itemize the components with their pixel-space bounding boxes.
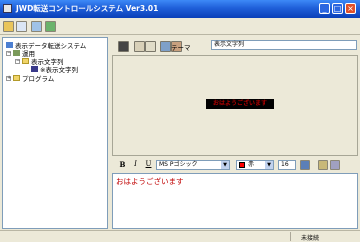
copy-icon[interactable] <box>134 41 145 52</box>
tree-item-selected-text[interactable]: ※表示文字列 <box>31 65 78 74</box>
font-select[interactable]: MS Pゴシック ▼ <box>156 160 230 170</box>
underline-button[interactable]: U <box>143 159 154 170</box>
color-select[interactable]: 赤 ▼ <box>236 160 274 170</box>
status-divider <box>290 232 291 241</box>
paste-icon[interactable] <box>145 41 156 52</box>
tree-item-program[interactable]: + プログラム <box>6 74 54 83</box>
folder-icon <box>13 50 20 56</box>
preview-area: おはようございます <box>112 55 358 156</box>
close-button[interactable]: × <box>345 3 356 14</box>
splitter[interactable] <box>108 37 111 229</box>
led-preview-text: おはようございます <box>206 99 274 109</box>
theme-input[interactable]: 表示文字列 <box>211 40 357 50</box>
window-title: JWD転送コントロールシステム Ver3.01 <box>16 4 159 13</box>
network-icon[interactable] <box>31 21 42 32</box>
folder-open-icon[interactable] <box>3 21 14 32</box>
folder-icon <box>13 75 20 81</box>
folder-icon <box>22 58 29 64</box>
document-icon <box>31 66 38 72</box>
message-editor[interactable]: おはようございます <box>112 173 358 229</box>
italic-button[interactable]: I <box>130 159 141 170</box>
send-icon[interactable] <box>160 41 171 52</box>
color-select-value: 赤 <box>248 161 255 168</box>
size-select[interactable]: 16 <box>278 160 296 170</box>
collapse-icon[interactable]: − <box>6 50 11 56</box>
maximize-button[interactable]: □ <box>332 3 343 14</box>
tree-panel: 表示データ転送システム − 運用 − 表示文字列 ※表示文字列 + プログラム <box>2 37 108 229</box>
collapse-icon[interactable]: − <box>15 58 20 64</box>
save-icon[interactable] <box>118 41 129 52</box>
transfer-icon[interactable] <box>45 21 56 32</box>
minimize-button[interactable]: _ <box>319 3 330 14</box>
computer-icon <box>6 42 13 48</box>
status-bar: 未接続 <box>0 230 360 242</box>
bold-button[interactable]: B <box>117 159 128 170</box>
color-swatch <box>239 162 245 168</box>
tree-root[interactable]: 表示データ転送システム <box>6 41 86 50</box>
open-file-icon[interactable] <box>16 21 27 32</box>
main-toolbar <box>0 18 360 35</box>
title-bar: JWD転送コントロールシステム Ver3.01 _ □ × <box>0 0 360 18</box>
insert-image-icon[interactable] <box>300 160 310 170</box>
effect-icon[interactable] <box>318 160 328 170</box>
font-select-value: MS Pゴシック <box>159 161 198 168</box>
settings-icon[interactable] <box>330 160 340 170</box>
theme-label: テーマ <box>171 44 191 52</box>
expand-icon[interactable]: + <box>6 75 11 81</box>
chevron-down-icon[interactable]: ▼ <box>221 161 229 169</box>
app-icon <box>3 4 12 13</box>
chevron-down-icon[interactable]: ▼ <box>265 161 273 169</box>
